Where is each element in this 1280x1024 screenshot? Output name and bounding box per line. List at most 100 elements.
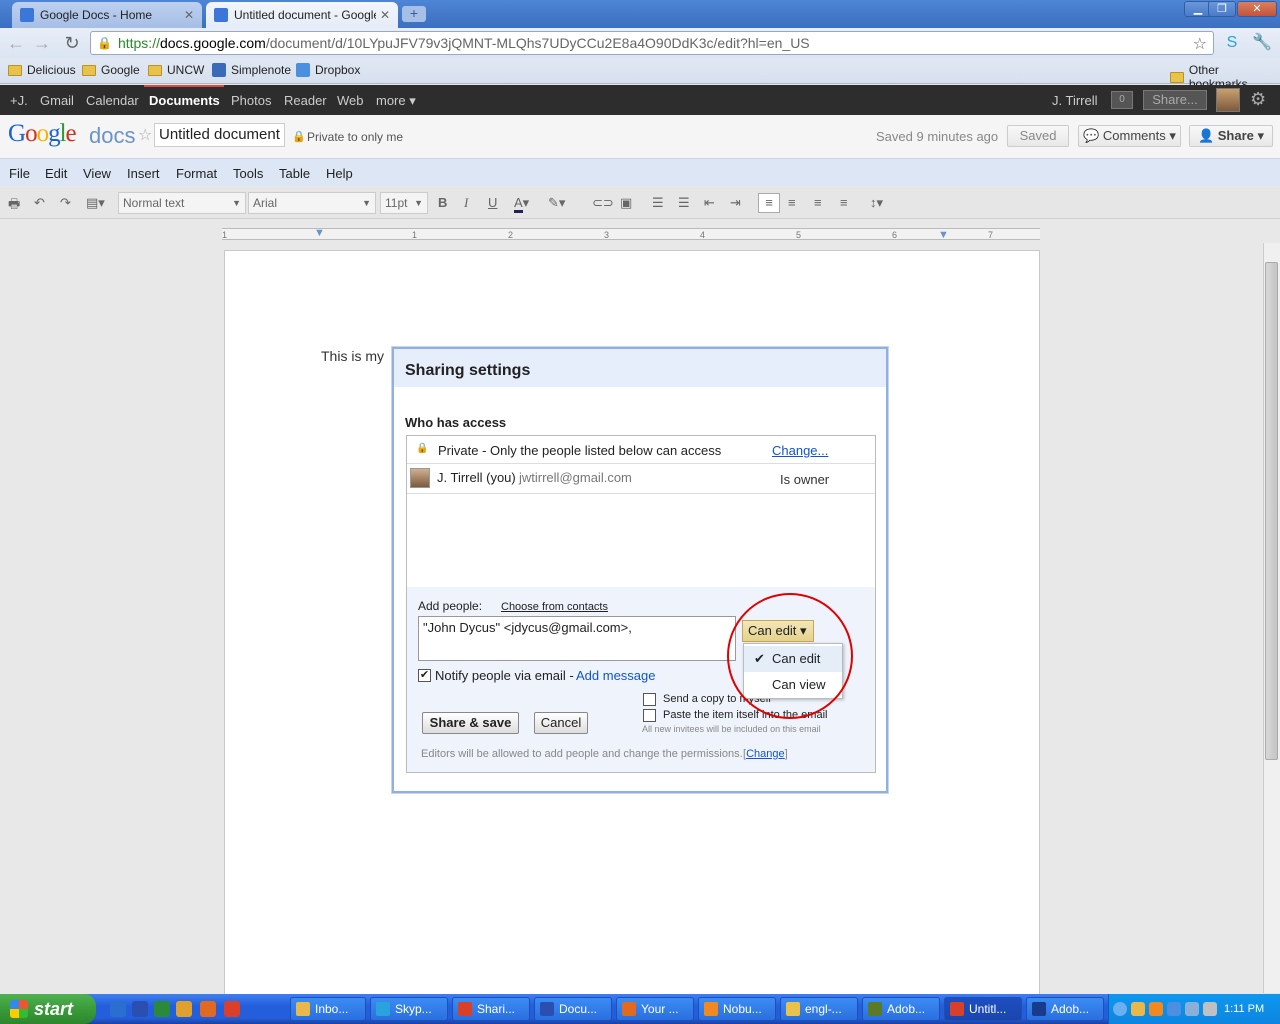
link-icon[interactable]: ⊂⊃	[592, 195, 614, 211]
bookmark-google[interactable]: Google	[82, 63, 140, 77]
share-button[interactable]: 👤 Share ▾	[1189, 125, 1273, 147]
tray-mail-icon[interactable]	[1131, 1002, 1145, 1016]
ie-quicklaunch-icon[interactable]	[110, 1001, 126, 1017]
privacy-label[interactable]: Private to only me	[307, 130, 403, 144]
bulleted-list-icon[interactable]: ☰	[678, 195, 690, 211]
start-button[interactable]: start	[0, 994, 96, 1024]
menu-tools[interactable]: Tools	[233, 166, 263, 181]
taskbar-item[interactable]: Skyp...	[370, 997, 448, 1021]
menu-insert[interactable]: Insert	[127, 166, 160, 181]
gbar-plus-you[interactable]: +J.	[10, 93, 28, 108]
document-title[interactable]: Untitled document	[154, 123, 285, 147]
bookmark-simplenote[interactable]: Simplenote	[212, 63, 291, 77]
menu-help[interactable]: Help	[326, 166, 353, 181]
add-message-link[interactable]: Add message	[576, 668, 656, 683]
justify-icon[interactable]: ≡	[840, 195, 848, 210]
numbered-list-icon[interactable]: ☰	[652, 195, 664, 211]
docs-logo-text[interactable]: docs	[89, 123, 135, 149]
gbar-calendar[interactable]: Calendar	[86, 93, 139, 108]
address-bar[interactable]: 🔒 https://docs.google.com/document/d/10L…	[90, 31, 1214, 55]
add-people-input[interactable]: "John Dycus" <jdycus@gmail.com>,	[418, 616, 736, 661]
bookmark-delicious[interactable]: Delicious	[8, 63, 76, 77]
gbar-photos[interactable]: Photos	[231, 93, 271, 108]
gbar-more[interactable]: more ▾	[376, 93, 416, 109]
paste-item-checkbox[interactable]	[643, 709, 656, 722]
google-logo[interactable]: Google	[8, 120, 77, 148]
taskbar-item[interactable]: Inbo...	[290, 997, 366, 1021]
comments-button[interactable]: 💬 Comments ▾	[1078, 125, 1181, 147]
bookmark-star-icon[interactable]: ☆	[1193, 34, 1207, 54]
menu-format[interactable]: Format	[176, 166, 217, 181]
gbar-documents[interactable]: Documents	[149, 93, 220, 108]
reload-icon[interactable]: ↻	[62, 33, 82, 53]
send-copy-checkbox[interactable]	[643, 693, 656, 706]
taskbar-item[interactable]: Nobu...	[698, 997, 776, 1021]
tray-expand-icon[interactable]	[1113, 1002, 1127, 1016]
menu-table[interactable]: Table	[279, 166, 310, 181]
underline-icon[interactable]: U	[488, 195, 497, 210]
cancel-button[interactable]: Cancel	[534, 712, 588, 734]
new-tab-button[interactable]: +	[402, 6, 426, 22]
align-center-icon[interactable]: ≡	[788, 195, 796, 210]
style-select[interactable]: Normal text ▼	[118, 192, 246, 214]
tray-vlc-icon[interactable]	[1149, 1002, 1163, 1016]
right-indent-marker-icon[interactable]: ▼	[938, 229, 949, 241]
gbar-reader[interactable]: Reader	[284, 93, 327, 108]
paint-format-icon[interactable]: ▤▾	[86, 195, 105, 211]
taskbar-item[interactable]: Adob...	[1026, 997, 1104, 1021]
close-tab-icon[interactable]: ✕	[380, 8, 390, 22]
word-quicklaunch-icon[interactable]	[132, 1001, 148, 1017]
restore-window-button[interactable]: ❐	[1208, 1, 1236, 17]
document-body-text[interactable]: This is my	[321, 348, 384, 364]
tray-network-icon[interactable]	[1185, 1002, 1199, 1016]
taskbar-item[interactable]: Adob...	[862, 997, 940, 1021]
choose-from-contacts-link[interactable]: Choose from contacts	[501, 601, 608, 613]
firefox-quicklaunch-icon[interactable]	[200, 1001, 216, 1017]
excel-quicklaunch-icon[interactable]	[154, 1001, 170, 1017]
notify-checkbox[interactable]: ✔	[418, 669, 431, 682]
increase-indent-icon[interactable]: ⇥	[730, 195, 741, 211]
line-spacing-icon[interactable]: ↕▾	[870, 195, 883, 211]
gbar-web[interactable]: Web	[337, 93, 364, 108]
tab-google-docs-home[interactable]: Google Docs - Home ✕	[12, 2, 202, 28]
scrollbar-thumb[interactable]	[1265, 262, 1278, 760]
undo-icon[interactable]: ↶	[34, 195, 45, 211]
permission-option-can-view[interactable]: Can view	[744, 672, 842, 698]
font-select[interactable]: Arial ▼	[248, 192, 376, 214]
gbar-gmail[interactable]: Gmail	[40, 93, 74, 108]
bookmark-uncw[interactable]: UNCW	[148, 63, 204, 77]
back-arrow-icon[interactable]: ←	[6, 33, 26, 53]
change-visibility-link[interactable]: Change...	[772, 443, 828, 458]
chrome-quicklaunch-icon[interactable]	[224, 1001, 240, 1017]
taskbar-item[interactable]: engl-...	[780, 997, 858, 1021]
taskbar-item[interactable]: Docu...	[534, 997, 612, 1021]
editors-change-link[interactable]: Change	[746, 748, 785, 760]
gbar-notification-count[interactable]: 0	[1111, 91, 1133, 109]
text-color-icon[interactable]: A▾	[514, 195, 529, 213]
skype-extension-icon[interactable]: S	[1222, 33, 1242, 53]
menu-file[interactable]: File	[9, 166, 30, 181]
gbar-share-button[interactable]: Share...	[1143, 90, 1207, 110]
taskbar-item[interactable]: Shari...	[452, 997, 530, 1021]
close-window-button[interactable]: ✕	[1237, 1, 1277, 17]
permission-dropdown[interactable]: Can edit ▾	[742, 620, 814, 642]
wrench-menu-icon[interactable]: 🔧	[1252, 33, 1272, 53]
align-right-icon[interactable]: ≡	[814, 195, 822, 210]
permission-option-can-edit[interactable]: ✔ Can edit	[744, 646, 842, 672]
redo-icon[interactable]: ↷	[60, 195, 71, 211]
close-tab-icon[interactable]: ✕	[184, 8, 194, 22]
align-left-icon[interactable]: ≡	[758, 193, 780, 213]
image-icon[interactable]: ▣	[620, 195, 632, 211]
ruler[interactable]: 1 1 2 3 4 5 6 7 ▼ ▼	[222, 227, 1040, 241]
share-and-save-button[interactable]: Share & save	[422, 712, 519, 734]
menu-view[interactable]: View	[83, 166, 111, 181]
italic-icon[interactable]: I	[464, 195, 468, 211]
gear-icon[interactable]: ⚙	[1250, 89, 1266, 110]
left-indent-marker-icon[interactable]: ▼	[314, 227, 325, 239]
bookmark-dropbox[interactable]: Dropbox	[296, 63, 360, 77]
highlight-color-icon[interactable]: ✎▾	[548, 195, 565, 211]
outlook-quicklaunch-icon[interactable]	[176, 1001, 192, 1017]
taskbar-item-active[interactable]: Untitl...	[944, 997, 1022, 1021]
taskbar-item[interactable]: Your ...	[616, 997, 694, 1021]
gbar-user-name[interactable]: J. Tirrell	[1052, 93, 1098, 108]
